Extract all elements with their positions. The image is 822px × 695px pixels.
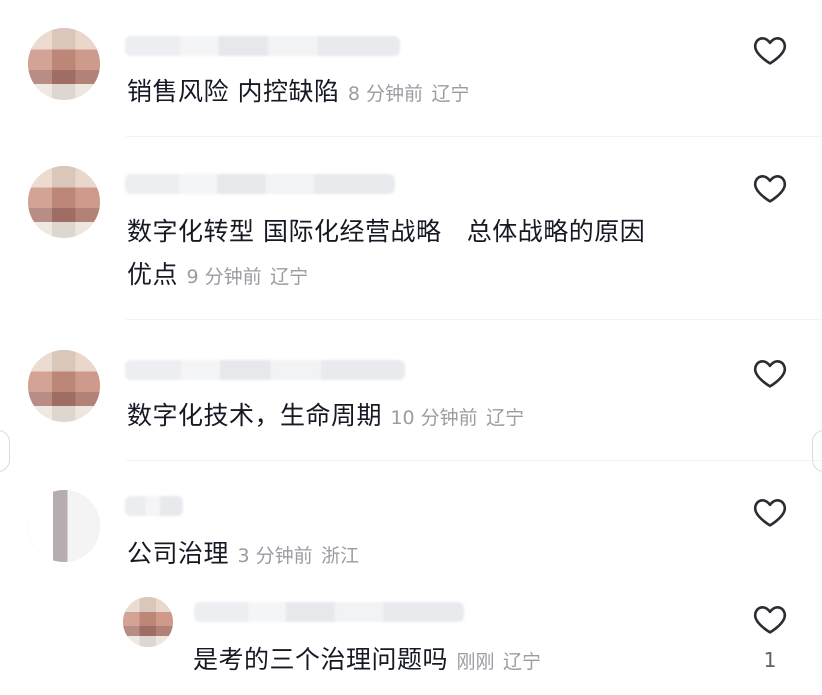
avatar[interactable] — [28, 166, 100, 238]
comment-location: 浙江 — [321, 545, 360, 567]
reply-time: 刚刚 — [456, 651, 495, 673]
heart-icon[interactable] — [752, 34, 788, 66]
comment-time: 8 分钟前 — [347, 83, 424, 105]
heart-icon[interactable] — [752, 603, 788, 635]
username-blurred[interactable] — [125, 496, 183, 516]
comment-location: 辽宁 — [431, 83, 470, 105]
reply-avatar[interactable] — [123, 597, 173, 647]
comment-location: 辽宁 — [270, 266, 309, 288]
username-blurred[interactable] — [125, 174, 395, 194]
comment-text-line-1: 数字化转型 国际化经营战略 总体战略的原因 — [127, 217, 646, 246]
heart-icon[interactable] — [752, 496, 788, 528]
comment-time: 3 分钟前 — [237, 545, 313, 567]
reply-text: 是考的三个治理问题吗 刚刚 辽宁 — [193, 645, 541, 674]
like-count: 1 — [763, 648, 777, 672]
avatar[interactable] — [28, 350, 100, 422]
comment-divider — [126, 460, 822, 461]
username-blurred[interactable] — [125, 360, 405, 380]
right-scroll-edge[interactable] — [812, 430, 822, 472]
comment-divider — [126, 319, 822, 320]
reply-location: 辽宁 — [502, 651, 541, 673]
comment-text-line-2: 优点 9 分钟前 辽宁 — [127, 260, 309, 289]
avatar[interactable] — [28, 28, 100, 100]
left-scroll-edge[interactable] — [0, 430, 10, 472]
comment-time: 10 分钟前 — [390, 407, 478, 429]
heart-icon[interactable] — [752, 357, 788, 389]
comment-text: 公司治理 3 分钟前 浙江 — [127, 539, 360, 568]
reply-username-blurred[interactable] — [194, 602, 464, 622]
comment-time: 9 分钟前 — [186, 266, 262, 288]
avatar[interactable] — [28, 490, 100, 562]
comment-location: 辽宁 — [486, 407, 525, 429]
comment-text: 销售风险 内控缺陷 8 分钟前 辽宁 — [127, 77, 470, 106]
username-blurred[interactable] — [125, 36, 400, 56]
heart-icon[interactable] — [752, 172, 788, 204]
comment-divider — [126, 136, 822, 137]
comment-text: 数字化技术，生命周期 10 分钟前 辽宁 — [127, 401, 525, 430]
